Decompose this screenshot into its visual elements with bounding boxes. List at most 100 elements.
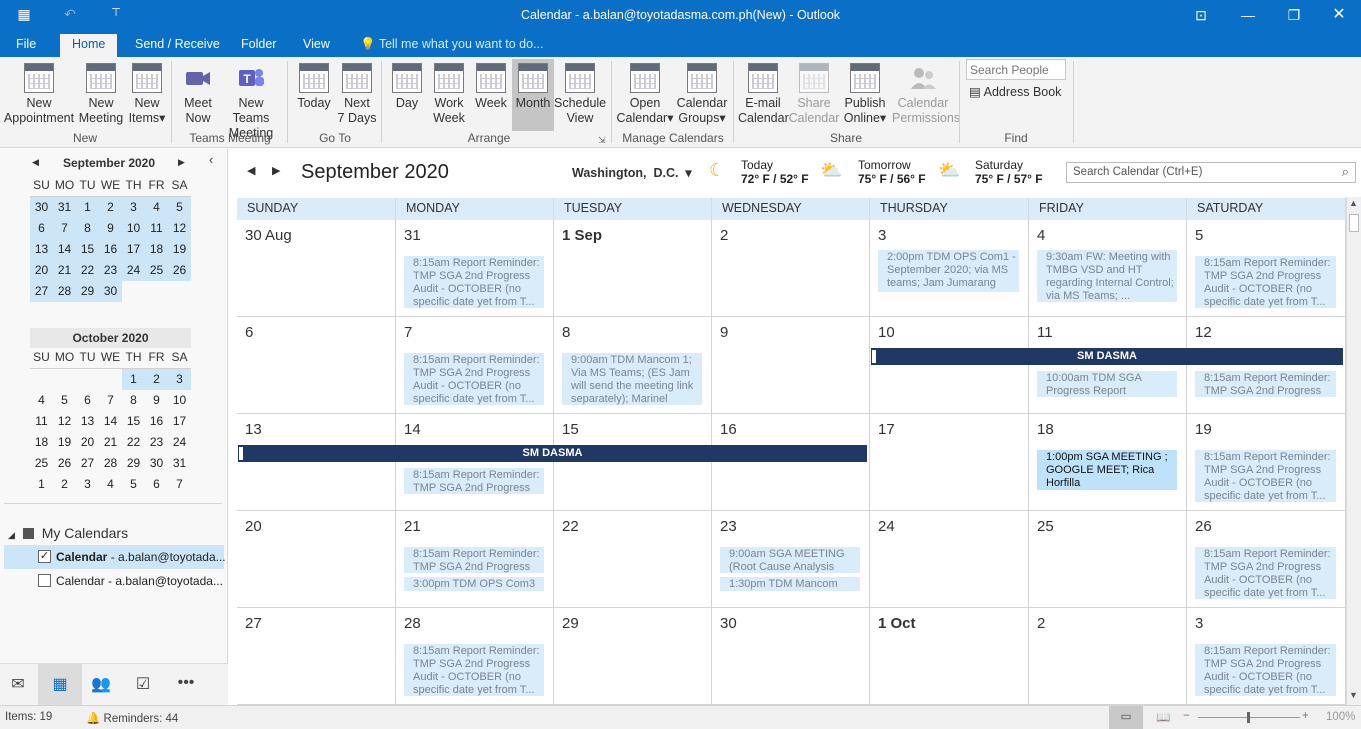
calendar-permissions-button[interactable]: Calendar Permissions <box>892 59 960 131</box>
search-people-input[interactable] <box>966 59 1066 80</box>
mini-day[interactable]: 22 <box>122 432 145 453</box>
mini-day[interactable]: 14 <box>99 411 122 432</box>
mini-day[interactable]: 5 <box>168 197 191 218</box>
mini-day[interactable]: 2 <box>145 369 168 390</box>
mail-icon[interactable]: ✉ <box>3 674 33 698</box>
day-cell[interactable]: 2 <box>712 220 870 317</box>
reading-view-icon[interactable]: 📖 <box>1156 710 1170 724</box>
my-calendars-group[interactable]: ◢ My Calendars <box>8 525 128 541</box>
allday-event-sm-dasma[interactable]: SM DASMA <box>238 445 867 462</box>
more-icon[interactable]: ••• <box>171 674 201 698</box>
today-button[interactable]: Today <box>292 59 336 131</box>
day-cell[interactable]: 17 <box>870 414 1029 511</box>
mini-day[interactable]: 1 <box>122 369 145 390</box>
mini-day[interactable]: 1 <box>76 197 99 218</box>
day-cell[interactable]: 25 <box>1029 511 1187 608</box>
mini-day[interactable]: 23 <box>145 432 168 453</box>
appointment[interactable]: 8:15am Report Reminder: TMP SGA 2nd Prog… <box>404 256 544 308</box>
mini-day[interactable]: 5 <box>122 474 145 495</box>
address-book-button[interactable]: ▤ Address Book <box>969 84 1061 99</box>
next-7-days-button[interactable]: Next 7 Days <box>336 59 378 131</box>
day-view-button[interactable]: Day <box>386 59 428 131</box>
mini-day[interactable]: 28 <box>53 281 76 302</box>
mini-day[interactable]: 29 <box>76 281 99 302</box>
new-teams-meeting-button[interactable]: T New Teams Meeting <box>220 59 282 140</box>
mini-day[interactable]: 25 <box>30 453 53 474</box>
mini-day[interactable]: 16 <box>145 411 168 432</box>
tasks-icon[interactable]: ☑ <box>128 674 158 698</box>
day-cell[interactable]: 6 <box>237 317 396 414</box>
mini-day[interactable]: 14 <box>53 239 76 260</box>
mini-day[interactable]: 15 <box>122 411 145 432</box>
day-cell[interactable]: 11 <box>1029 317 1187 414</box>
mini-day[interactable]: 6 <box>145 474 168 495</box>
month-view-button[interactable]: Month <box>512 59 554 131</box>
calendar-checkbox[interactable] <box>38 574 51 587</box>
tab-view[interactable]: View <box>295 35 338 57</box>
mini-prev-month-icon[interactable]: ◀ <box>32 157 39 168</box>
calendar-list-item[interactable]: Calendar - a.balan@toyotada... <box>4 569 224 593</box>
mini-day[interactable]: 31 <box>53 197 76 218</box>
normal-view-icon[interactable]: ▭ <box>1109 706 1143 729</box>
day-cell[interactable]: 16 <box>712 414 870 511</box>
maximize-button[interactable]: ❐ <box>1274 4 1314 26</box>
tab-file[interactable]: File <box>8 35 44 57</box>
mini-day[interactable]: 15 <box>76 239 99 260</box>
day-cell[interactable]: 9 <box>712 317 870 414</box>
zoom-in-icon[interactable]: + <box>1302 710 1309 722</box>
calendar-nav-icon[interactable]: ▦ <box>38 664 82 705</box>
mini-day[interactable]: 1 <box>30 474 53 495</box>
location-dropdown[interactable]: Washington, D.C. ▾ <box>572 165 692 180</box>
tab-send-receive[interactable]: Send / Receive <box>127 35 228 57</box>
mini-day[interactable]: 7 <box>99 390 122 411</box>
appointment[interactable]: 9:00am SGA MEETING (Root Cause Analysis … <box>720 547 860 573</box>
day-cell[interactable]: 30 <box>712 608 870 705</box>
appointment[interactable]: 8:15am Report Reminder: TMP SGA 2nd Prog… <box>1195 371 1336 397</box>
mini-day[interactable]: 21 <box>53 260 76 281</box>
publish-online-button[interactable]: Publish Online▾ <box>840 59 890 131</box>
mini-day[interactable]: 19 <box>53 432 76 453</box>
open-calendar-button[interactable]: Open Calendar▾ <box>616 59 674 131</box>
mini-day[interactable]: 18 <box>30 432 53 453</box>
day-cell[interactable]: 30 Aug <box>237 220 396 317</box>
appointment[interactable]: 8:15am Report Reminder: TMP SGA 2nd Prog… <box>404 547 544 573</box>
email-calendar-button[interactable]: E-mail Calendar <box>738 59 789 131</box>
mini-day[interactable]: 22 <box>76 260 99 281</box>
appointment[interactable]: 8:15am Report Reminder: TMP SGA 2nd Prog… <box>1195 450 1336 502</box>
mini-day[interactable]: 16 <box>99 239 122 260</box>
day-cell[interactable]: 29 <box>554 608 712 705</box>
scroll-down-icon[interactable]: ▼ <box>1349 690 1358 700</box>
appointment[interactable]: 9:30am FW: Meeting with TMBG VSD and HT … <box>1037 250 1177 302</box>
appointment[interactable]: 8:15am Report Reminder: TMP SGA 2nd Prog… <box>1195 547 1336 599</box>
prev-month-icon[interactable]: ◀ <box>247 164 255 177</box>
new-appointment-button[interactable]: New Appointment <box>2 59 76 131</box>
close-button[interactable]: ✕ <box>1319 4 1359 26</box>
mini-day[interactable]: 19 <box>168 239 191 260</box>
appointment[interactable]: 3:00pm TDM OPS Com3 ... <box>404 577 544 591</box>
day-cell[interactable]: 15 <box>554 414 712 511</box>
mini-day[interactable]: 5 <box>53 390 76 411</box>
mini-day[interactable]: 30 <box>30 197 53 218</box>
mini-day[interactable]: 4 <box>30 390 53 411</box>
mini-day[interactable]: 11 <box>145 218 168 239</box>
day-cell[interactable]: 10 <box>870 317 1029 414</box>
schedule-view-button[interactable]: Schedule View <box>554 59 606 131</box>
arrange-dialog-launcher-icon[interactable]: ⇲ <box>598 135 606 146</box>
appointment[interactable]: 1:30pm TDM Mancom 3;... <box>720 577 860 591</box>
scroll-thumb[interactable] <box>1349 214 1359 232</box>
mini-day[interactable]: 13 <box>30 239 53 260</box>
vertical-scrollbar[interactable]: ▲ ▼ <box>1346 197 1361 705</box>
appointment[interactable]: 8:15am Report Reminder: TMP SGA 2nd Prog… <box>404 468 544 494</box>
day-cell[interactable]: 20 <box>237 511 396 608</box>
mini-day[interactable]: 2 <box>53 474 76 495</box>
mini-day[interactable]: 9 <box>99 218 122 239</box>
mini-day[interactable]: 29 <box>122 453 145 474</box>
mini-day[interactable]: 20 <box>30 260 53 281</box>
day-cell[interactable]: 1 Oct <box>870 608 1029 705</box>
reminders-count[interactable]: 🔔 Reminders: 44 <box>86 711 178 725</box>
mini-day[interactable]: 26 <box>168 260 191 281</box>
mini-day[interactable]: 8 <box>76 218 99 239</box>
mini-day[interactable]: 30 <box>99 281 122 302</box>
appointment[interactable]: 10:00am TDM SGA Progress Report Orienta.… <box>1037 371 1177 397</box>
mini-day[interactable]: 2 <box>99 197 122 218</box>
